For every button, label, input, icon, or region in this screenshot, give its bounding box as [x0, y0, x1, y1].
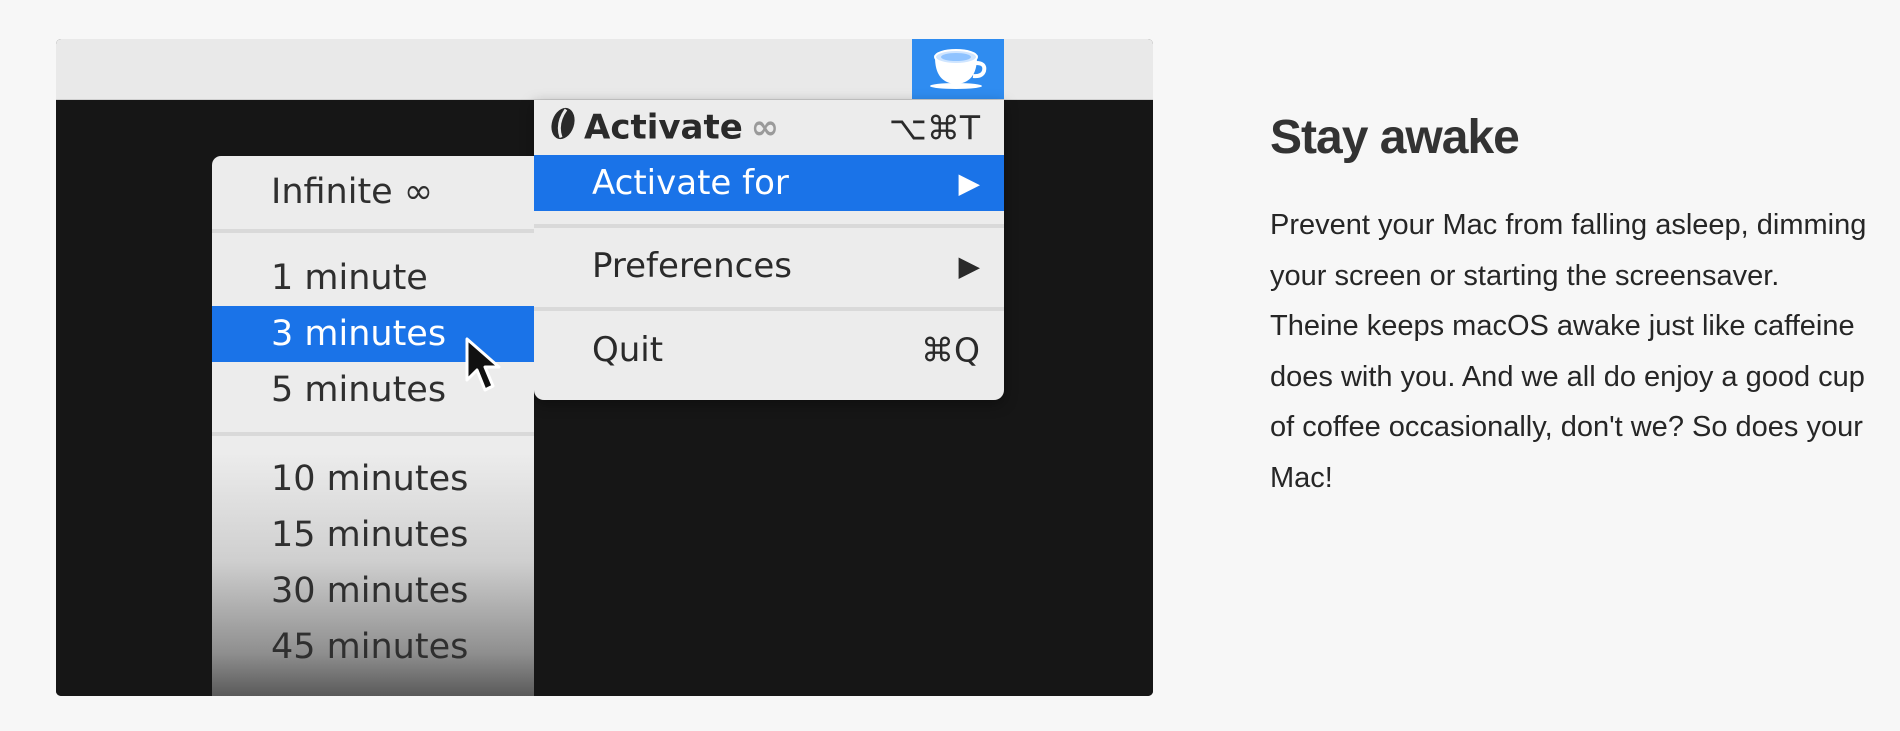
submenu-separator [212, 432, 534, 436]
submenu-item-30-minutes[interactable]: 30 minutes [212, 563, 534, 619]
screenshot-panel: Activate ∞ ⌥⌘T Activate for ▶ Preference… [56, 39, 1153, 696]
feature-description: Prevent your Mac from falling asleep, di… [1270, 209, 1867, 494]
tray-button[interactable] [912, 39, 1004, 99]
submenu-item-label: 30 minutes [271, 571, 469, 611]
submenu-arrow-icon: ▶ [958, 249, 980, 283]
submenu-item-label: 5 minutes [271, 370, 447, 410]
submenu-item-label: Infinite ∞ [271, 172, 433, 212]
mouse-pointer-icon [464, 336, 502, 399]
menu-bar [56, 39, 1153, 100]
coffee-cup-icon [926, 43, 990, 96]
quit-label: Quit [592, 330, 664, 370]
infinity-symbol: ∞ [750, 107, 780, 148]
submenu-item-label: 1 minute [271, 258, 428, 298]
submenu-item-1-minute[interactable]: 1 minute [212, 250, 534, 306]
menu-item-preferences[interactable]: Preferences ▶ [534, 238, 1004, 294]
submenu-item-label: 3 minutes [271, 314, 447, 354]
menu-item-quit[interactable]: Quit ⌘Q [534, 322, 1004, 378]
submenu-item-label: 15 minutes [271, 515, 469, 555]
submenu-item-label: 10 minutes [271, 459, 469, 499]
submenu-item-label: 45 minutes [271, 627, 469, 667]
quit-shortcut: ⌘Q [921, 330, 980, 370]
submenu-item-infinite[interactable]: Infinite ∞ [212, 164, 534, 220]
submenu-arrow-icon: ▶ [958, 166, 980, 200]
activate-for-label: Activate for [592, 163, 789, 203]
menu-separator [534, 307, 1004, 311]
coffee-bean-icon [550, 106, 576, 149]
activate-label: Activate [584, 107, 743, 148]
preferences-label: Preferences [592, 246, 792, 286]
submenu-item-10-minutes[interactable]: 10 minutes [212, 451, 534, 507]
theine-menu: Activate ∞ ⌥⌘T Activate for ▶ Preference… [534, 100, 1004, 400]
menu-item-activate[interactable]: Activate ∞ ⌥⌘T [534, 100, 1004, 155]
submenu-item-45-minutes[interactable]: 45 minutes [212, 619, 534, 675]
feature-title: Stay awake [1270, 111, 1520, 164]
submenu-item-15-minutes[interactable]: 15 minutes [212, 507, 534, 563]
activate-shortcut: ⌥⌘T [888, 108, 980, 147]
activate-for-submenu: Infinite ∞ 1 minute 3 minutes 5 minutes … [212, 156, 534, 696]
submenu-separator [212, 229, 534, 233]
menu-item-activate-for[interactable]: Activate for ▶ [534, 155, 1004, 211]
menu-separator [534, 224, 1004, 228]
